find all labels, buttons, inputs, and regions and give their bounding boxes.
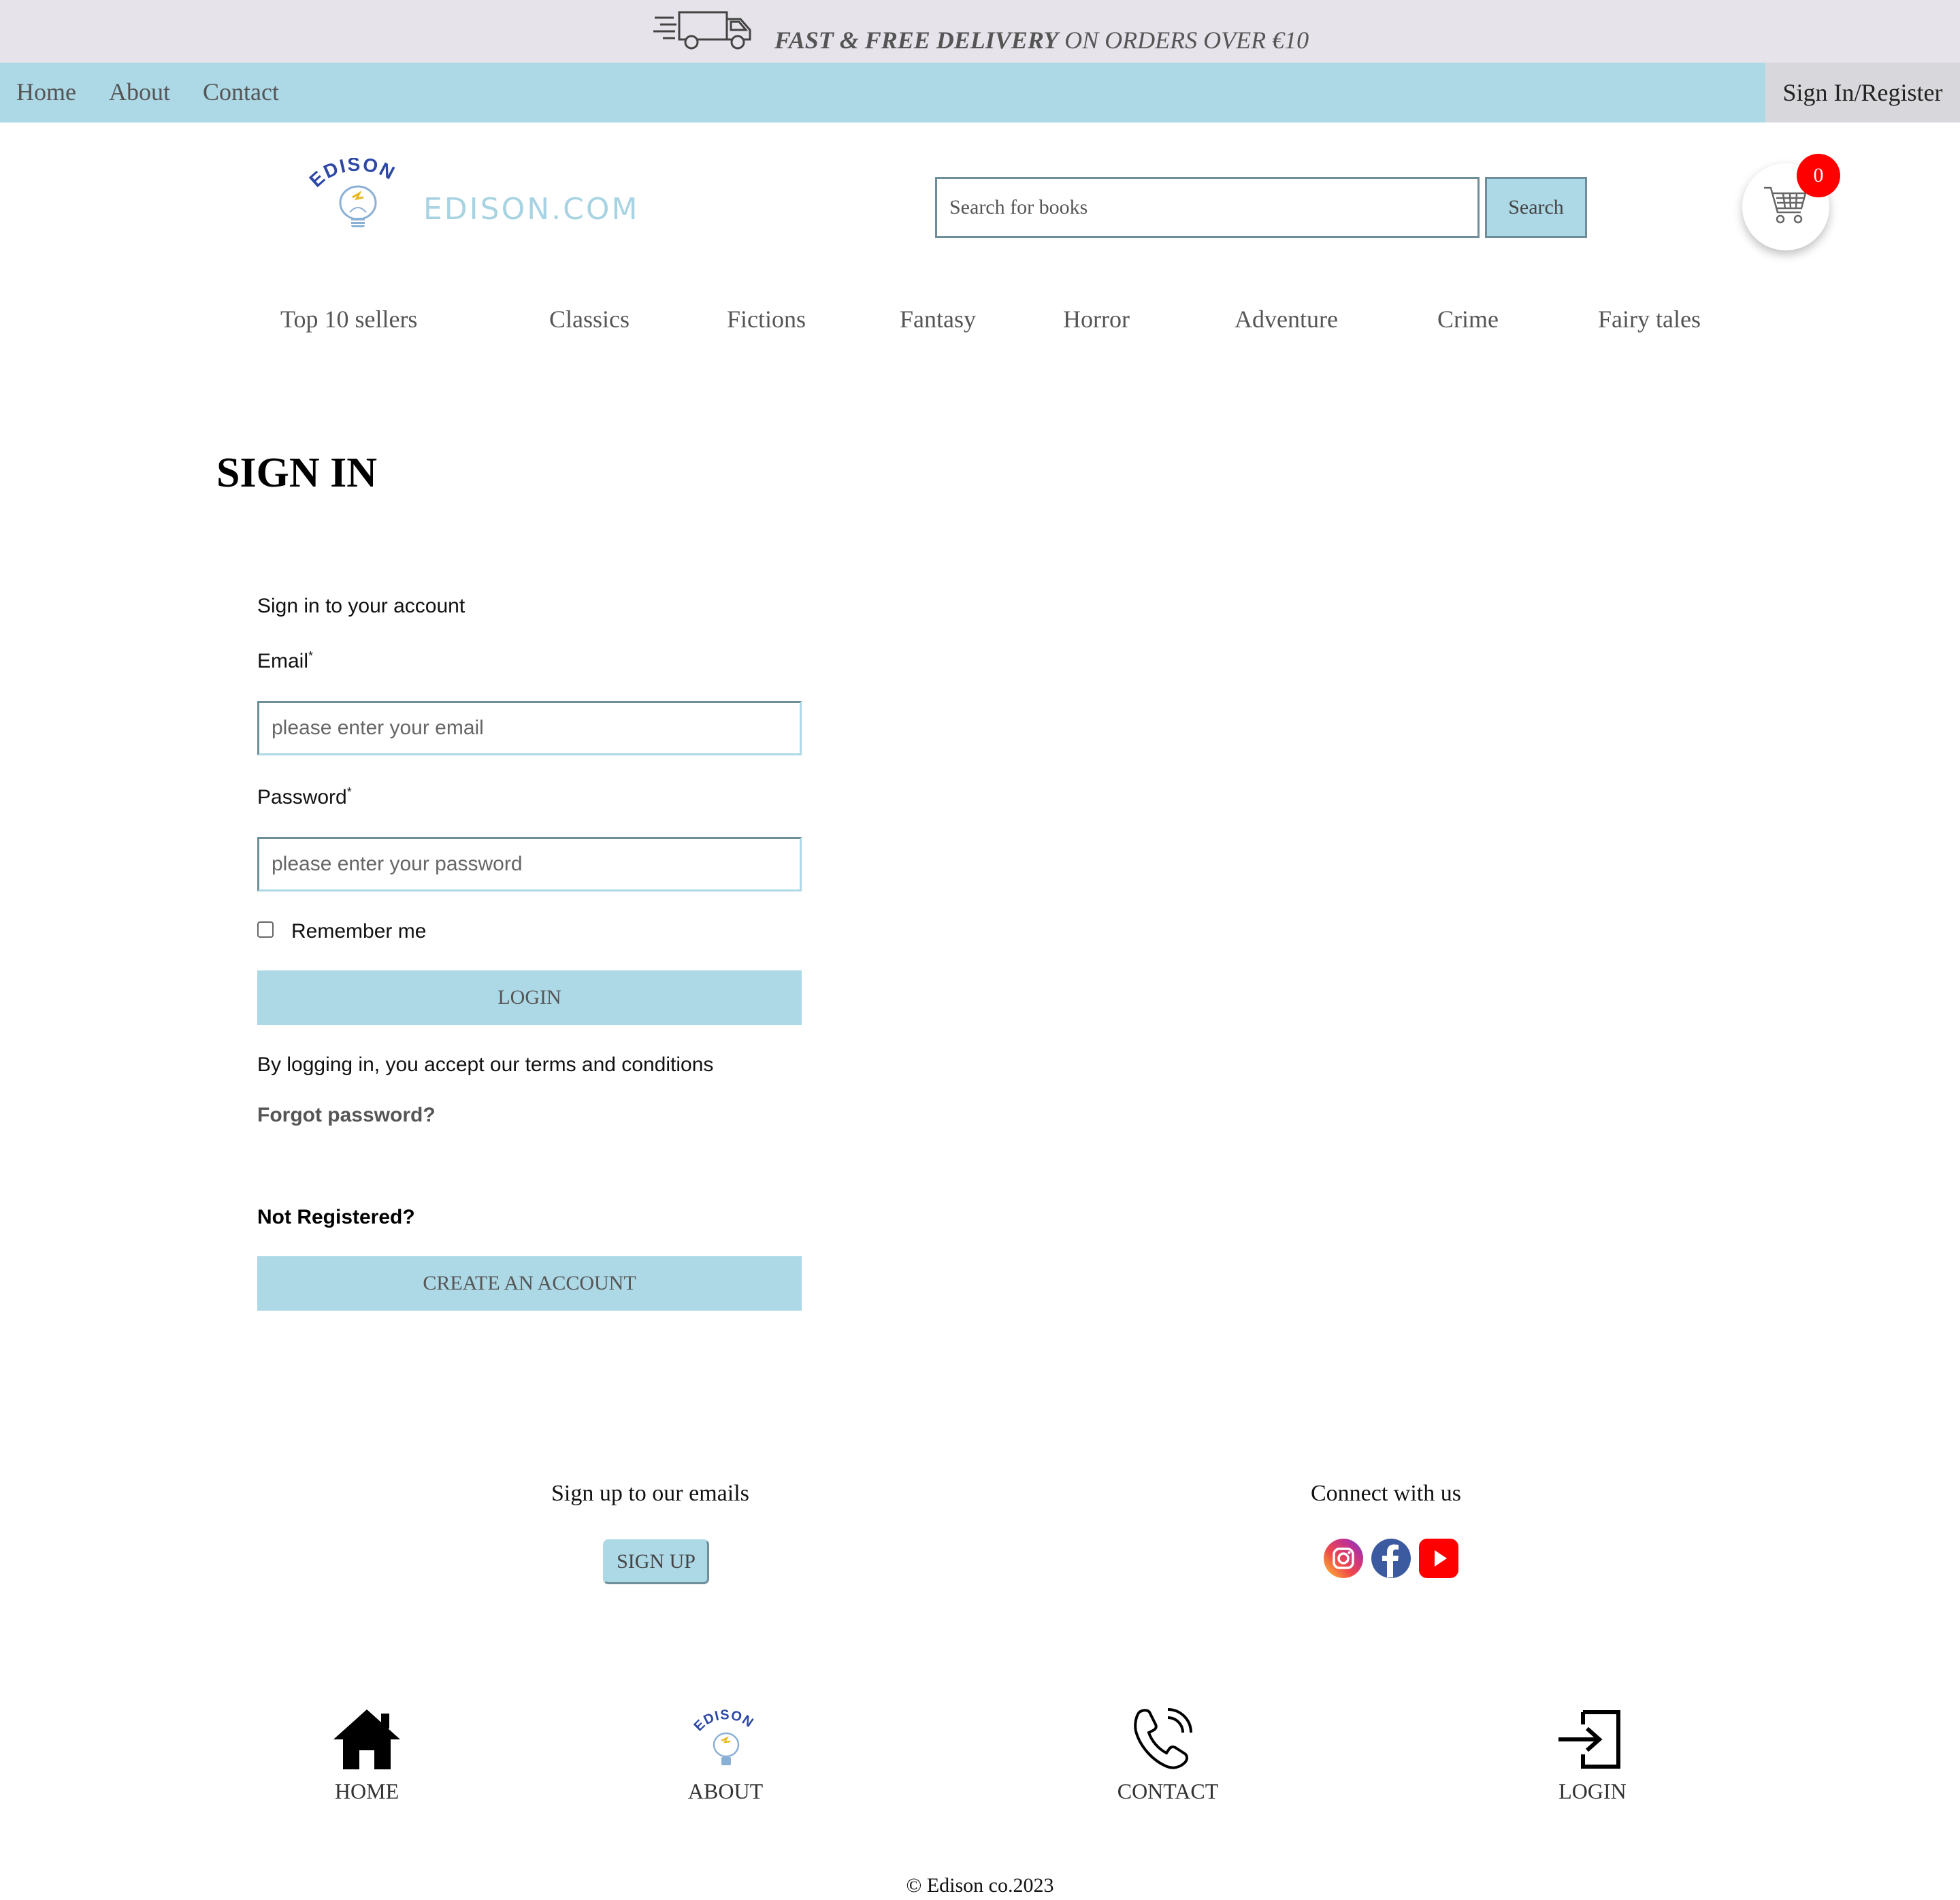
category-fairy-tales[interactable]: Fairy tales: [1598, 305, 1701, 333]
cart-count-badge: 0: [1797, 154, 1840, 197]
edison-logo-icon[interactable]: EDISON: [304, 158, 412, 233]
email-signup-heading: Sign up to our emails: [551, 1481, 749, 1506]
facebook-icon[interactable]: [1371, 1538, 1411, 1579]
footer-about-link[interactable]: ABOUT: [688, 1779, 763, 1804]
email-required-mark: *: [308, 649, 314, 663]
footer-contact-link[interactable]: CONTACT: [1117, 1779, 1219, 1804]
category-fantasy[interactable]: Fantasy: [900, 305, 976, 333]
create-account-button[interactable]: CREATE AN ACCOUNT: [257, 1256, 802, 1311]
site-logo-text[interactable]: EDISON.COM: [423, 192, 639, 227]
footer-home-link[interactable]: HOME: [335, 1779, 399, 1804]
password-label: Password*: [257, 785, 352, 809]
delivery-text: FAST & FREE DELIVERY ON ORDERS OVER €10: [774, 26, 1309, 54]
youtube-icon[interactable]: [1418, 1538, 1459, 1579]
email-signup-button[interactable]: SIGN UP: [603, 1539, 709, 1584]
category-classics[interactable]: Classics: [549, 305, 630, 333]
edison-bulb-icon[interactable]: EDISON: [689, 1705, 764, 1773]
home-icon[interactable]: [329, 1705, 404, 1773]
email-field[interactable]: [257, 701, 802, 755]
nav-contact-link[interactable]: Contact: [203, 78, 279, 106]
phone-icon[interactable]: [1130, 1705, 1205, 1773]
forgot-password-link[interactable]: Forgot password?: [257, 1104, 436, 1127]
search-button[interactable]: Search: [1485, 177, 1587, 238]
category-crime[interactable]: Crime: [1437, 305, 1499, 333]
svg-text:EDISON: EDISON: [691, 1707, 757, 1734]
not-registered-heading: Not Registered?: [257, 1206, 415, 1228]
delivery-text-rest: ON ORDERS OVER €10: [1058, 27, 1309, 54]
signin-subtitle: Sign in to your account: [257, 595, 466, 617]
category-horror[interactable]: Horror: [1063, 305, 1130, 333]
connect-heading: Connect with us: [1311, 1481, 1461, 1506]
nav-about-link[interactable]: About: [109, 78, 170, 106]
password-label-text: Password: [257, 786, 347, 808]
remember-me-label[interactable]: Remember me: [291, 920, 426, 943]
search-input[interactable]: [935, 177, 1480, 238]
password-required-mark: *: [346, 785, 352, 799]
category-fictions[interactable]: Fictions: [727, 305, 806, 333]
instagram-icon[interactable]: [1323, 1538, 1364, 1579]
copyright-text: © Edison co.2023: [906, 1874, 1054, 1897]
category-top-10-sellers[interactable]: Top 10 sellers: [280, 305, 417, 333]
delivery-banner: FAST & FREE DELIVERY ON ORDERS OVER €10: [0, 0, 1960, 63]
password-field[interactable]: [257, 837, 802, 891]
remember-me-checkbox[interactable]: [257, 921, 274, 938]
page-title: SIGN IN: [216, 450, 378, 496]
nav-home-link[interactable]: Home: [16, 78, 76, 106]
delivery-text-bold: FAST & FREE DELIVERY: [774, 27, 1059, 54]
email-label-text: Email: [257, 650, 309, 672]
terms-text: By logging in, you accept our terms and …: [257, 1053, 714, 1076]
nav-signin-register-link[interactable]: Sign In/Register: [1765, 63, 1960, 122]
top-nav: Home About Contact Sign In/Register: [0, 63, 1960, 122]
footer-login-link[interactable]: LOGIN: [1558, 1779, 1627, 1804]
login-button[interactable]: LOGIN: [257, 970, 802, 1025]
delivery-truck-icon: [653, 11, 751, 50]
login-icon[interactable]: [1556, 1705, 1631, 1773]
svg-text:EDISON: EDISON: [306, 158, 399, 191]
category-adventure[interactable]: Adventure: [1235, 305, 1338, 333]
email-label: Email*: [257, 649, 313, 673]
